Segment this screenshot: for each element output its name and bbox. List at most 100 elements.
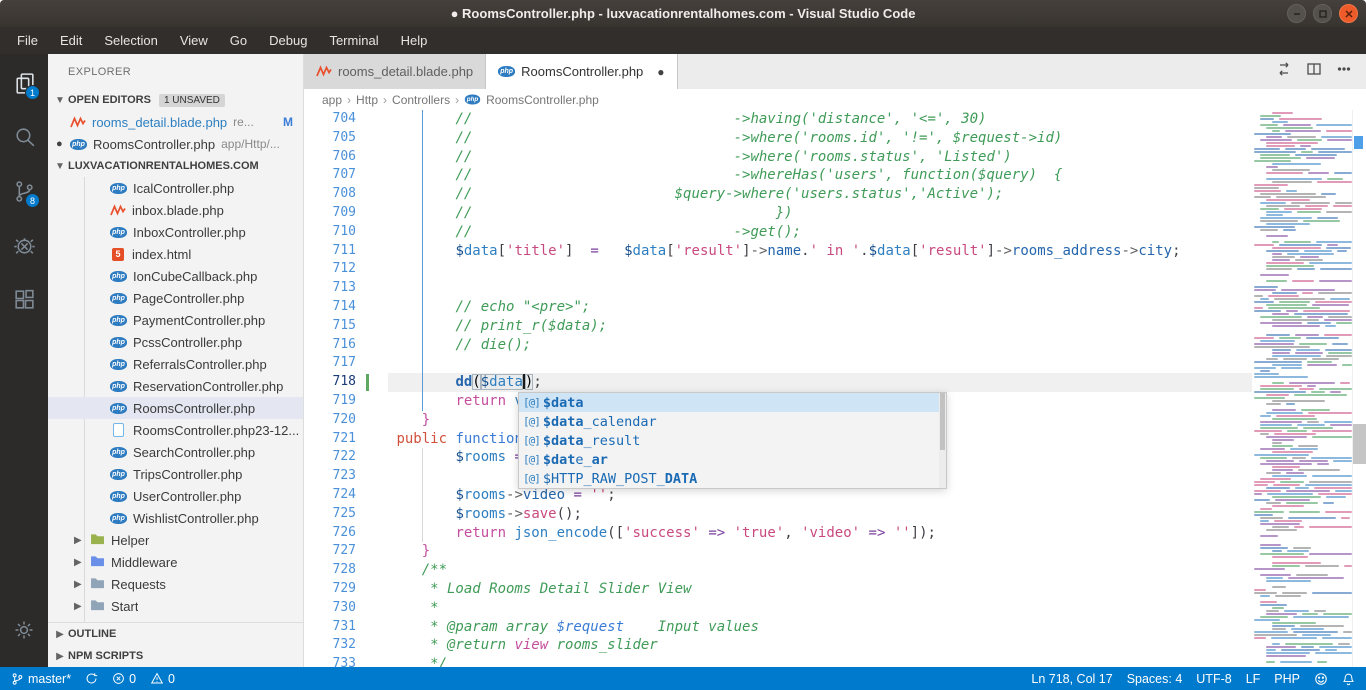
code-line[interactable]: 728 /** — [304, 561, 1252, 580]
extensions-icon[interactable] — [0, 276, 48, 322]
tree-item[interactable]: inbox.blade.php — [48, 199, 303, 221]
menu-item-view[interactable]: View — [169, 29, 219, 52]
tree-item[interactable]: RoomsController.php23-12... — [48, 419, 303, 441]
breadcrumb-item[interactable]: Http — [356, 93, 378, 107]
menu-item-help[interactable]: Help — [390, 29, 439, 52]
menu-item-edit[interactable]: Edit — [49, 29, 93, 52]
npm-scripts-section[interactable]: ▶ NPM SCRIPTS — [48, 645, 303, 667]
code-line[interactable]: 726 return json_encode(['success' => 'tr… — [304, 524, 1252, 543]
warnings-item[interactable]: 0 — [143, 667, 182, 690]
minimap-line — [1252, 427, 1352, 429]
code-editor[interactable]: 704 // ->having('distance', '<=', 30)705… — [304, 110, 1252, 667]
code-line[interactable]: 711 $data['title'] = $data['result']->na… — [304, 242, 1252, 261]
tree-item[interactable]: phpReservationController.php — [48, 375, 303, 397]
settings-gear-icon[interactable] — [0, 607, 48, 653]
tab-rooms_detail-blade-php[interactable]: rooms_detail.blade.php — [304, 54, 486, 89]
tree-folder-middleware[interactable]: ▶Middleware — [48, 551, 303, 573]
debug-icon[interactable] — [0, 222, 48, 268]
tree-item[interactable]: phpRoomsController.php — [48, 397, 303, 419]
menu-item-file[interactable]: File — [6, 29, 49, 52]
open-editor-item[interactable]: ●phpRoomsController.phpapp/Http/... — [48, 133, 303, 155]
feedback-smiley-icon[interactable] — [1307, 672, 1335, 686]
menu-item-terminal[interactable]: Terminal — [318, 29, 389, 52]
breadcrumb-leaf[interactable]: RoomsController.php — [486, 93, 599, 107]
code-line[interactable]: 718 dd($data); — [304, 373, 1252, 392]
sync-icon[interactable] — [78, 667, 105, 690]
tree-item[interactable]: phpInboxController.php — [48, 221, 303, 243]
more-actions-icon[interactable] — [1336, 61, 1352, 82]
tree-item[interactable]: phpReferralsController.php — [48, 353, 303, 375]
minimap[interactable] — [1252, 110, 1352, 667]
status-item-ln-718-col-17[interactable]: Ln 718, Col 17 — [1024, 672, 1119, 686]
status-item-utf-8[interactable]: UTF-8 — [1189, 672, 1238, 686]
tree-folder-helper[interactable]: ▶Helper — [48, 529, 303, 551]
open-editors-header[interactable]: ▼ OPEN EDITORS 1 UNSAVED — [48, 89, 303, 111]
menu-item-go[interactable]: Go — [219, 29, 258, 52]
code-line[interactable]: 707 // ->whereHas('users', function($que… — [304, 166, 1252, 185]
code-line[interactable]: 730 * — [304, 599, 1252, 618]
breadcrumb-item[interactable]: app — [322, 93, 342, 107]
suggest-item[interactable]: [@]$data — [519, 393, 946, 412]
menu-item-selection[interactable]: Selection — [93, 29, 168, 52]
code-line[interactable]: 712 — [304, 260, 1252, 279]
status-item-lf[interactable]: LF — [1239, 672, 1268, 686]
split-editor-icon[interactable] — [1306, 61, 1322, 82]
outline-section[interactable]: ▶ OUTLINE — [48, 623, 303, 645]
tree-item[interactable]: phpPcssController.php — [48, 331, 303, 353]
code-line[interactable]: 709 // }) — [304, 204, 1252, 223]
maximize-button[interactable] — [1313, 4, 1332, 23]
errors-item[interactable]: 0 — [105, 667, 143, 690]
code-line[interactable]: 731 * @param array $request Input values — [304, 618, 1252, 637]
code-line[interactable]: 733 */ — [304, 655, 1252, 667]
code-line[interactable]: 714 // echo "<pre>"; — [304, 298, 1252, 317]
breadcrumb-item[interactable]: Controllers — [392, 93, 450, 107]
code-line[interactable]: 725 $rooms->save(); — [304, 505, 1252, 524]
scm-icon[interactable]: 8 — [0, 168, 48, 214]
suggest-item[interactable]: [@]$date_ar — [519, 450, 946, 469]
code-line[interactable]: 729 * Load Rooms Detail Slider View — [304, 580, 1252, 599]
code-line[interactable]: 727 } — [304, 542, 1252, 561]
project-folder-header[interactable]: ▼ LUXVACATIONRENTALHOMES.COM — [48, 155, 303, 177]
notifications-bell-icon[interactable] — [1335, 672, 1362, 686]
tree-item[interactable]: phpIcalController.php — [48, 177, 303, 199]
tree-item[interactable]: phpWishlistController.php — [48, 507, 303, 529]
tree-folder-requests[interactable]: ▶Requests — [48, 573, 303, 595]
tree-folder-start[interactable]: ▶Start — [48, 595, 303, 617]
code-line[interactable]: 706 // ->where('rooms.status', 'Listed') — [304, 148, 1252, 167]
code-line[interactable]: 704 // ->having('distance', '<=', 30) — [304, 110, 1252, 129]
scrollbar-thumb[interactable] — [1353, 424, 1366, 464]
open-editor-item[interactable]: rooms_detail.blade.phpre...M — [48, 111, 303, 133]
code-line[interactable]: 705 // ->where('rooms.id', '!=', $reques… — [304, 129, 1252, 148]
suggest-scrollbar[interactable] — [939, 393, 946, 488]
git-branch-item[interactable]: master* — [4, 667, 78, 690]
tree-item[interactable]: 5index.html — [48, 617, 303, 622]
tree-item[interactable]: phpPageController.php — [48, 287, 303, 309]
code-line[interactable]: 716 // die(); — [304, 336, 1252, 355]
code-line[interactable]: 713 — [304, 279, 1252, 298]
code-line[interactable]: 732 * @return view rooms_slider — [304, 636, 1252, 655]
tree-item[interactable]: 5index.html — [48, 243, 303, 265]
tree-item[interactable]: phpIonCubeCallback.php — [48, 265, 303, 287]
code-line[interactable]: 715 // print_r($data); — [304, 317, 1252, 336]
search-icon[interactable] — [0, 114, 48, 160]
explorer-icon[interactable]: 1 — [0, 60, 48, 106]
suggest-item[interactable]: [@]$data_result — [519, 431, 946, 450]
open-changes-icon[interactable] — [1276, 61, 1292, 82]
close-button[interactable] — [1339, 4, 1358, 23]
minimize-button[interactable] — [1287, 4, 1306, 23]
tab-roomscontroller-php[interactable]: phpRoomsController.php● — [486, 54, 677, 89]
code-line[interactable]: 710 // ->get(); — [304, 223, 1252, 242]
tree-item[interactable]: phpUserController.php — [48, 485, 303, 507]
suggest-item[interactable]: [@]$data_calendar — [519, 412, 946, 431]
tree-item[interactable]: phpTripsController.php — [48, 463, 303, 485]
suggest-item[interactable]: [@]$HTTP_RAW_POST_DATA — [519, 469, 946, 488]
editor-scrollbar[interactable] — [1352, 110, 1366, 667]
tree-item[interactable]: phpSearchController.php — [48, 441, 303, 463]
status-item-php[interactable]: PHP — [1267, 672, 1307, 686]
status-item-spaces-4[interactable]: Spaces: 4 — [1120, 672, 1190, 686]
code-line[interactable]: 717 — [304, 354, 1252, 373]
menu-item-debug[interactable]: Debug — [258, 29, 318, 52]
tree-item[interactable]: phpPaymentController.php — [48, 309, 303, 331]
code-line[interactable]: 708 // $query->where('users.status','Act… — [304, 185, 1252, 204]
tab-dirty-dot-icon[interactable]: ● — [657, 65, 664, 79]
